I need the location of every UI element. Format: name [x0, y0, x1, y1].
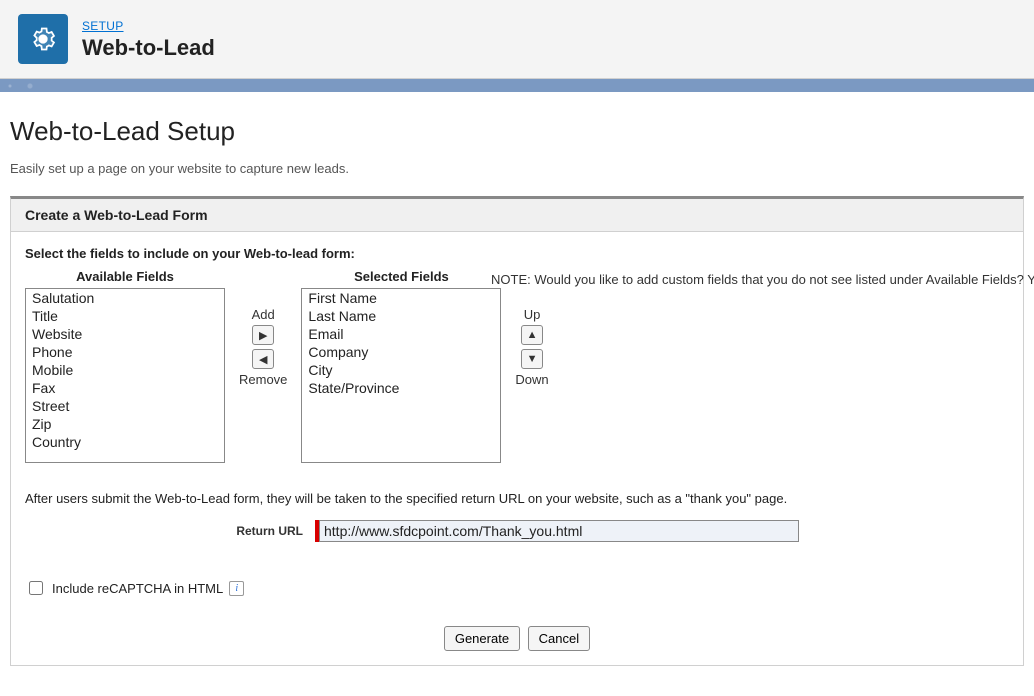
panel-body: Select the fields to include on your Web…	[11, 232, 1023, 665]
generate-button[interactable]: Generate	[444, 626, 520, 651]
cancel-button[interactable]: Cancel	[528, 626, 590, 651]
remove-label: Remove	[239, 372, 287, 387]
return-url-row: Return URL	[25, 520, 1009, 542]
decorative-divider	[0, 78, 1034, 92]
up-label: Up	[524, 307, 541, 322]
list-item[interactable]: City	[302, 361, 500, 379]
triangle-up-icon: ▲	[527, 329, 538, 341]
list-item[interactable]: Phone	[26, 343, 224, 361]
list-item[interactable]: Title	[26, 307, 224, 325]
list-item[interactable]: State/Province	[302, 379, 500, 397]
panel-header: Create a Web-to-Lead Form	[11, 199, 1023, 232]
header-bar: SETUP Web-to-Lead	[0, 0, 1034, 78]
triangle-left-icon: ◀	[259, 353, 267, 366]
dual-listbox: Available Fields SalutationTitleWebsiteP…	[25, 269, 1009, 463]
add-button[interactable]: ▶	[252, 325, 274, 345]
available-fields-listbox[interactable]: SalutationTitleWebsitePhoneMobileFaxStre…	[25, 288, 225, 463]
list-item[interactable]: Salutation	[26, 289, 224, 307]
selected-fields-listbox[interactable]: First NameLast NameEmailCompanyCityState…	[301, 288, 501, 463]
return-url-input[interactable]	[319, 520, 799, 542]
triangle-right-icon: ▶	[259, 329, 267, 342]
recaptcha-row: Include reCAPTCHA in HTML i	[25, 578, 1009, 598]
list-item[interactable]: Zip	[26, 415, 224, 433]
list-item[interactable]: Country	[26, 433, 224, 451]
field-instructions: Select the fields to include on your Web…	[25, 246, 1009, 261]
gear-icon	[18, 14, 68, 64]
move-up-button[interactable]: ▲	[521, 325, 543, 345]
available-column: Available Fields SalutationTitleWebsiteP…	[25, 269, 225, 463]
page-description: Easily set up a page on your website to …	[10, 161, 1024, 176]
form-panel: Create a Web-to-Lead Form Select the fie…	[10, 196, 1024, 666]
setup-breadcrumb-link[interactable]: SETUP	[82, 19, 124, 33]
return-url-label: Return URL	[25, 524, 315, 538]
list-item[interactable]: Mobile	[26, 361, 224, 379]
list-item[interactable]: Company	[302, 343, 500, 361]
list-item[interactable]: First Name	[302, 289, 500, 307]
reorder-column: Up ▲ ▼ Down	[515, 307, 548, 387]
selected-fields-label: Selected Fields	[301, 269, 501, 284]
page-title: Web-to-Lead Setup	[10, 116, 1024, 147]
remove-button[interactable]: ◀	[252, 349, 274, 369]
add-label: Add	[252, 307, 275, 322]
list-item[interactable]: Website	[26, 325, 224, 343]
available-fields-label: Available Fields	[25, 269, 225, 284]
move-down-button[interactable]: ▼	[521, 349, 543, 369]
down-label: Down	[515, 372, 548, 387]
selected-column: Selected Fields First NameLast NameEmail…	[301, 269, 501, 463]
button-row: Generate Cancel	[25, 626, 1009, 651]
info-icon[interactable]: i	[229, 581, 244, 596]
note-text: NOTE: Would you like to add custom field…	[491, 272, 1034, 287]
list-item[interactable]: Street	[26, 397, 224, 415]
header-text: SETUP Web-to-Lead	[82, 18, 215, 61]
list-item[interactable]: Email	[302, 325, 500, 343]
return-url-input-wrap	[315, 520, 799, 542]
add-remove-column: Add ▶ ◀ Remove	[239, 307, 287, 387]
triangle-down-icon: ▼	[527, 353, 538, 365]
page-heading: Web-to-Lead	[82, 35, 215, 61]
return-url-description: After users submit the Web-to-Lead form,…	[25, 491, 1009, 506]
content-area: Web-to-Lead Setup Easily set up a page o…	[0, 92, 1034, 696]
list-item[interactable]: Fax	[26, 379, 224, 397]
recaptcha-label: Include reCAPTCHA in HTML	[52, 581, 223, 596]
recaptcha-checkbox[interactable]	[29, 581, 43, 595]
list-item[interactable]: Last Name	[302, 307, 500, 325]
